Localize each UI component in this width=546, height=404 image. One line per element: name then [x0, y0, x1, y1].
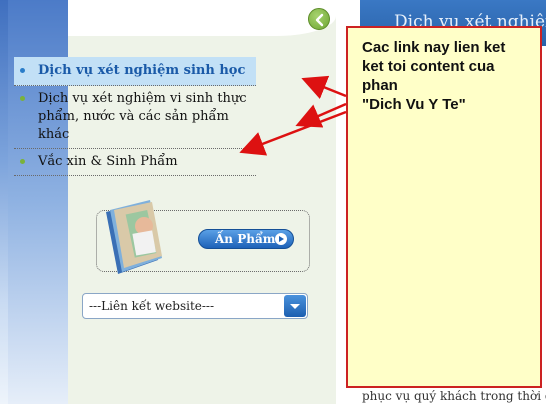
annotation-arrows — [239, 75, 347, 156]
arrow-to-item-1 — [301, 75, 347, 100]
arrow-to-item-3 — [239, 110, 347, 156]
